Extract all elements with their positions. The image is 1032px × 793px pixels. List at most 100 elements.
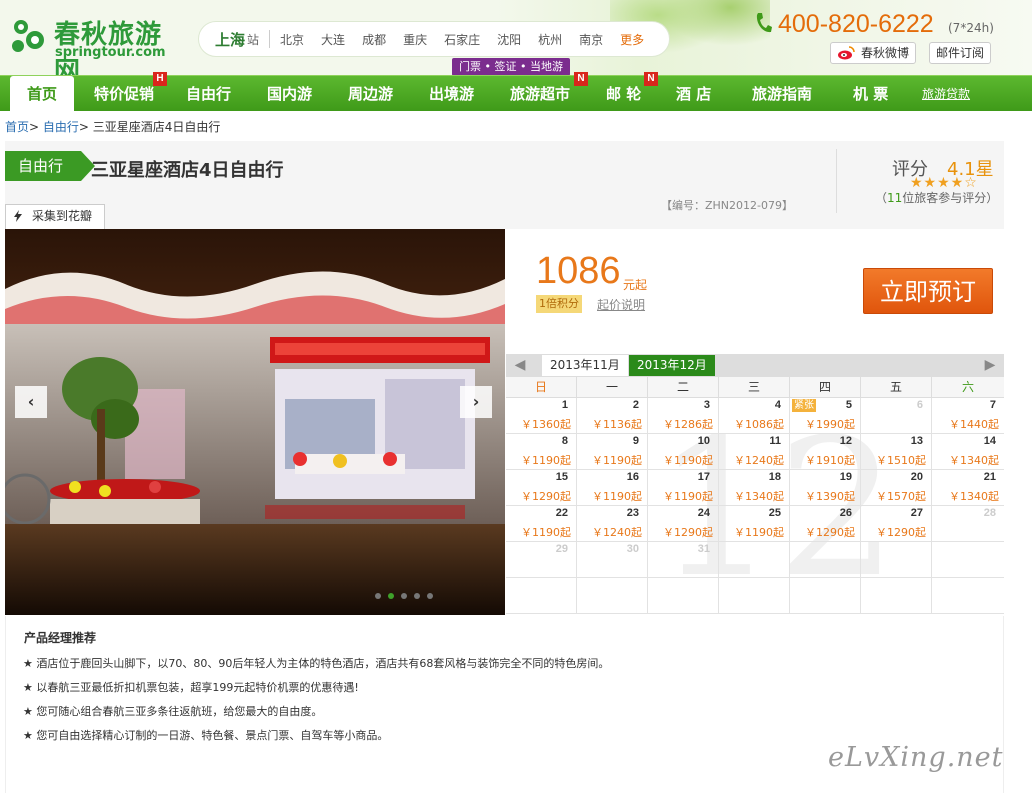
- city-link[interactable]: 成都: [362, 31, 386, 48]
- calendar-day-cell[interactable]: 1 ￥1360起: [506, 398, 577, 433]
- calendar-day-cell[interactable]: 16 ￥1190起: [577, 470, 648, 505]
- month-tab-december[interactable]: 2013年12月: [629, 355, 715, 376]
- day-price[interactable]: ￥1340起: [734, 488, 784, 504]
- calendar-day-cell[interactable]: 10 ￥1190起: [648, 434, 719, 469]
- day-price[interactable]: ￥1190起: [734, 524, 784, 540]
- calendar-day-cell[interactable]: 20 ￥1570起: [861, 470, 932, 505]
- day-price[interactable]: ￥1440起: [949, 416, 999, 432]
- calendar-day-cell[interactable]: 22 ￥1190起: [506, 506, 577, 541]
- hotel-photo-slider[interactable]: [5, 229, 505, 615]
- day-price[interactable]: ￥1340起: [949, 452, 999, 468]
- day-price[interactable]: ￥1190起: [592, 488, 642, 504]
- day-price[interactable]: ￥1290起: [663, 524, 713, 540]
- calendar-day-cell[interactable]: 27 ￥1290起: [861, 506, 932, 541]
- calendar-day-cell[interactable]: 19 ￥1390起: [790, 470, 861, 505]
- day-price[interactable]: ￥1340起: [949, 488, 999, 504]
- nav-promo[interactable]: 特价促销: [94, 76, 154, 112]
- day-price[interactable]: ￥1570起: [876, 488, 926, 504]
- mail-subscribe-button[interactable]: 邮件订阅: [929, 42, 992, 64]
- nav-home[interactable]: 首页: [10, 76, 74, 112]
- day-price[interactable]: ￥1360起: [521, 416, 571, 432]
- day-price[interactable]: ￥1390起: [805, 488, 855, 504]
- slider-dot[interactable]: [401, 593, 407, 599]
- day-price[interactable]: ￥1136起: [592, 416, 642, 432]
- month-tab-november[interactable]: 2013年11月: [542, 355, 628, 376]
- calendar-day-cell[interactable]: 24 ￥1290起: [648, 506, 719, 541]
- collect-to-huaban-button[interactable]: 采集到花瓣: [5, 204, 105, 229]
- day-price[interactable]: ￥1990起: [805, 416, 855, 432]
- calendar-day-cell[interactable]: 11 ￥1240起: [719, 434, 790, 469]
- calendar-next-arrow-icon[interactable]: ▶: [976, 354, 1004, 376]
- breadcrumb-section[interactable]: 自由行: [43, 120, 79, 134]
- day-price[interactable]: ￥1086起: [734, 416, 784, 432]
- day-price[interactable]: ￥1190起: [592, 452, 642, 468]
- calendar-day-cell[interactable]: 14 ￥1340起: [932, 434, 1004, 469]
- calendar-day-cell[interactable]: 15 ￥1290起: [506, 470, 577, 505]
- calendar-day-cell[interactable]: 2 ￥1136起: [577, 398, 648, 433]
- day-price[interactable]: ￥1190起: [521, 524, 571, 540]
- nav-cruise[interactable]: 邮 轮: [606, 76, 641, 112]
- city-link[interactable]: 南京: [579, 31, 603, 48]
- nav-travel-loan[interactable]: 旅游贷款: [922, 76, 970, 112]
- book-now-button[interactable]: 立即预订: [863, 268, 993, 314]
- city-link[interactable]: 重庆: [403, 31, 427, 48]
- city-link[interactable]: 杭州: [538, 31, 562, 48]
- day-price[interactable]: ￥1286起: [663, 416, 713, 432]
- site-logo[interactable]: 春秋旅游网 springtour.com: [8, 14, 188, 87]
- city-link[interactable]: 石家庄: [444, 31, 480, 48]
- day-price[interactable]: ￥1910起: [805, 452, 855, 468]
- nav-market-new-badge: N: [574, 72, 588, 86]
- day-price[interactable]: ￥1290起: [805, 524, 855, 540]
- calendar-day-cell: 28: [932, 506, 1004, 541]
- slider-dot[interactable]: [427, 593, 433, 599]
- more-cities-link[interactable]: 更多: [620, 31, 644, 48]
- slider-dot[interactable]: [414, 593, 420, 599]
- calendar-day-cell[interactable]: 18 ￥1340起: [719, 470, 790, 505]
- calendar-day-cell[interactable]: 25 ￥1190起: [719, 506, 790, 541]
- price-note-link[interactable]: 起价说明: [597, 296, 645, 313]
- calendar-day-cell[interactable]: 17 ￥1190起: [648, 470, 719, 505]
- calendar-day-cell[interactable]: 9 ￥1190起: [577, 434, 648, 469]
- nav-outbound[interactable]: 出境游: [429, 76, 474, 112]
- calendar-day-cell[interactable]: 12 ￥1910起: [790, 434, 861, 469]
- nav-flights[interactable]: 机 票: [853, 76, 888, 112]
- calendar-day-cell[interactable]: 8 ￥1190起: [506, 434, 577, 469]
- day-price[interactable]: ￥1190起: [521, 452, 571, 468]
- slider-prev-button[interactable]: ‹: [15, 386, 47, 418]
- day-price[interactable]: ￥1190起: [663, 488, 713, 504]
- calendar-day-cell[interactable]: 13 ￥1510起: [861, 434, 932, 469]
- weibo-button[interactable]: 春秋微博: [830, 42, 917, 64]
- city-link[interactable]: 沈阳: [497, 31, 521, 48]
- slider-next-button[interactable]: ›: [460, 386, 492, 418]
- day-number: 7: [989, 399, 996, 411]
- nav-nearby[interactable]: 周边游: [348, 76, 393, 112]
- day-price[interactable]: ￥1290起: [876, 524, 926, 540]
- calendar-day-cell[interactable]: 21 ￥1340起: [932, 470, 1004, 505]
- calendar-day-cell[interactable]: 7 ￥1440起: [932, 398, 1004, 433]
- calendar-day-cell[interactable]: 4 ￥1086起: [719, 398, 790, 433]
- city-link[interactable]: 大连: [321, 31, 345, 48]
- day-number: 6: [916, 399, 923, 411]
- calendar-day-cell[interactable]: 26 ￥1290起: [790, 506, 861, 541]
- nav-hotel[interactable]: 酒 店: [676, 76, 711, 112]
- day-price[interactable]: ￥1290起: [521, 488, 571, 504]
- services-tag-strip[interactable]: 门票 • 签证 • 当地游: [452, 58, 570, 76]
- calendar-day-cell[interactable]: 23 ￥1240起: [577, 506, 648, 541]
- nav-market[interactable]: 旅游超市: [510, 76, 570, 112]
- nav-domestic[interactable]: 国内游: [267, 76, 312, 112]
- calendar-day-cell[interactable]: 3 ￥1286起: [648, 398, 719, 433]
- city-link[interactable]: 北京: [280, 31, 304, 48]
- rating-count[interactable]: （11位旅客参与评分）: [875, 189, 998, 206]
- day-price[interactable]: ￥1240起: [592, 524, 642, 540]
- nav-guide[interactable]: 旅游指南: [752, 76, 812, 112]
- breadcrumb-home[interactable]: 首页: [5, 120, 29, 134]
- day-price[interactable]: ￥1510起: [876, 452, 926, 468]
- current-city[interactable]: 上海: [215, 29, 245, 50]
- day-price[interactable]: ￥1190起: [663, 452, 713, 468]
- calendar-day-cell[interactable]: 紧张 5 ￥1990起: [790, 398, 861, 433]
- slider-dot[interactable]: [375, 593, 381, 599]
- day-price[interactable]: ￥1240起: [734, 452, 784, 468]
- slider-dot-active[interactable]: [388, 593, 394, 599]
- nav-free-travel[interactable]: 自由行: [186, 76, 231, 112]
- calendar-prev-arrow-icon[interactable]: ◀: [506, 354, 534, 376]
